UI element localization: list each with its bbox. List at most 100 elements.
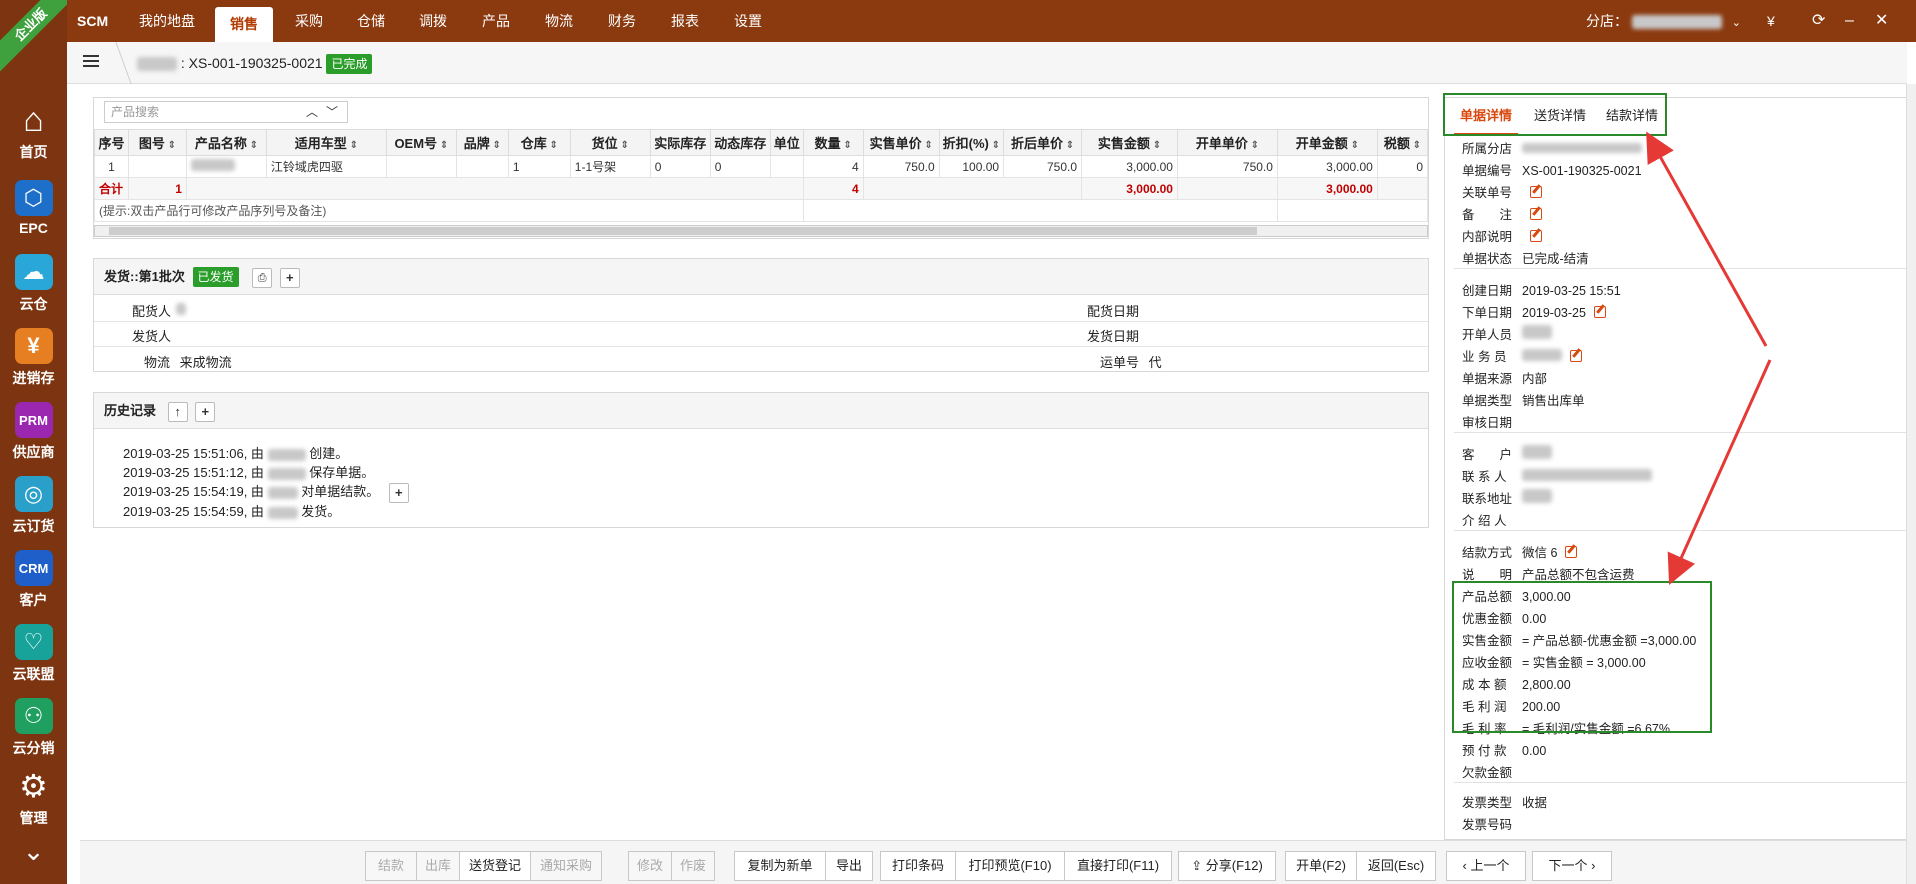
arrow-up-icon[interactable]: ↑	[167, 401, 188, 422]
nav-logistics[interactable]: 物流	[545, 0, 573, 42]
column-header[interactable]: 实际库存	[649, 129, 711, 156]
column-header[interactable]: 税额 ⇕	[1376, 129, 1429, 156]
detail-order-date: 下单日期 2019-03-25	[1462, 302, 1606, 321]
plus-icon[interactable]: +	[279, 267, 300, 288]
history-title: 历史记录	[104, 403, 157, 418]
currency-icon[interactable]: ¥	[1767, 0, 1775, 42]
doc-number: : XS-001-190325-0021	[180, 55, 323, 71]
breadcrumb-bar: : XS-001-190325-0021 已完成	[67, 42, 1907, 84]
nav-purchase[interactable]: 采购	[295, 0, 323, 42]
refresh-icon[interactable]: ⟳	[1812, 0, 1825, 42]
history-entry: 2019-03-25 15:54:19, 由 对单据结款。 +	[123, 481, 409, 503]
column-header[interactable]: 产品名称 ⇕	[185, 129, 267, 156]
direct-print-button[interactable]: 直接打印(F11)	[1064, 851, 1172, 881]
detail-state: 单据状态 已完成-结清	[1462, 252, 1589, 266]
edit-icon[interactable]	[1530, 230, 1542, 242]
distribution-icon: ⚇	[14, 698, 53, 734]
dispatcher-redacted	[176, 303, 186, 315]
detail-address: 联系地址	[1462, 488, 1552, 507]
nav-settings[interactable]: 设置	[734, 0, 762, 42]
column-header[interactable]: 实售金额 ⇕	[1081, 129, 1178, 156]
column-header[interactable]: 适用车型 ⇕	[265, 129, 387, 156]
sidebar-item-supplier[interactable]: PRM 供应商	[0, 402, 67, 462]
epc-icon: ⬡	[14, 180, 53, 216]
sidebar-item-home[interactable]: ⌂ 首页	[0, 101, 67, 162]
edit-icon[interactable]	[1593, 306, 1606, 318]
void-button[interactable]: 作废	[671, 851, 715, 881]
sort-icon: ⇕	[346, 140, 358, 151]
prev-button[interactable]: ‹ 上一个	[1446, 851, 1526, 881]
chevron-up-icon[interactable]: ︿	[306, 103, 318, 120]
sidebar-item-epc[interactable]: ⬡ EPC	[0, 180, 67, 236]
table-row[interactable]: 1 江铃域虎四驱 1 1-1号架 0 0 4 750.0 100.00 750.…	[94, 155, 1429, 178]
back-button[interactable]: 返回(Esc)	[1356, 851, 1436, 881]
prm-icon: PRM	[14, 402, 53, 438]
nav-my-space[interactable]: 我的地盘	[139, 0, 195, 42]
edit-icon[interactable]	[1570, 350, 1582, 362]
sidebar-item-customer[interactable]: CRM 客户	[0, 550, 67, 610]
plus-icon[interactable]: +	[195, 401, 216, 422]
close-icon[interactable]: ✕	[1875, 0, 1888, 42]
nav-transfer[interactable]: 调拨	[419, 0, 447, 42]
column-header[interactable]: 仓库 ⇕	[507, 129, 571, 156]
share-button[interactable]: ⇪ 分享(F12)	[1178, 851, 1276, 881]
detail-arrears: 欠款金额	[1462, 766, 1513, 780]
horizontal-scrollbar[interactable]	[94, 225, 1428, 237]
cell-tax: 0	[1376, 155, 1429, 178]
column-header[interactable]: 动态库存	[709, 129, 771, 156]
nav-finance[interactable]: 财务	[608, 0, 636, 42]
detail-prepaid: 预 付 款 0.00	[1462, 744, 1547, 758]
chevron-down-icon[interactable]: ⌄	[0, 836, 67, 867]
plus-icon[interactable]: +	[388, 482, 409, 503]
print-preview-button[interactable]: 打印预览(F10)	[955, 851, 1065, 881]
nav-report[interactable]: 报表	[671, 0, 699, 42]
nav-storage[interactable]: 仓储	[357, 0, 385, 42]
edit-button[interactable]: 修改	[628, 851, 672, 881]
settle-button[interactable]: 结款	[365, 851, 417, 881]
detail-remark: 备 注	[1462, 204, 1542, 223]
column-header[interactable]: 开单金额 ⇕	[1276, 129, 1378, 156]
status-badge: 已完成	[326, 54, 373, 74]
column-header[interactable]: 折扣(%) ⇕	[938, 129, 1005, 156]
delivery-register-button[interactable]: 送货登记	[459, 851, 531, 881]
column-header[interactable]: 品牌 ⇕	[455, 129, 509, 156]
nav-sales[interactable]: 销售	[215, 7, 273, 42]
nav-product[interactable]: 产品	[482, 0, 510, 42]
vertical-scrollbar[interactable]	[1906, 84, 1916, 884]
column-header[interactable]: 折后单价 ⇕	[1003, 129, 1083, 156]
column-header[interactable]: OEM号 ⇕	[385, 129, 457, 156]
column-header[interactable]: 单位	[769, 129, 804, 156]
branch-name-redacted	[1631, 15, 1722, 30]
outbound-button[interactable]: 出库	[416, 851, 460, 881]
print-barcode-button[interactable]: 打印条码	[880, 851, 956, 881]
column-header[interactable]: 货位 ⇕	[569, 129, 651, 156]
column-header[interactable]: 开单单价 ⇕	[1176, 129, 1278, 156]
minimize-icon[interactable]: –	[1845, 0, 1854, 42]
column-header[interactable]: 实售单价 ⇕	[862, 129, 940, 156]
edit-icon[interactable]	[1530, 186, 1542, 198]
copy-new-button[interactable]: 复制为新单	[734, 851, 826, 881]
scrollbar-thumb[interactable]	[109, 227, 1257, 235]
print-icon[interactable]: ⎙	[252, 267, 273, 288]
sidebar-item-inventory[interactable]: ¥ 进销存	[0, 328, 67, 388]
sidebar-item-cloud-warehouse[interactable]: ☁ 云仓	[0, 254, 67, 314]
notify-purchase-button[interactable]: 通知采购	[530, 851, 602, 881]
edit-icon[interactable]	[1530, 208, 1542, 220]
export-button[interactable]: 导出	[825, 851, 873, 881]
sidebar-item-manage[interactable]: ⚙ 管理	[0, 768, 67, 828]
menu-icon[interactable]	[83, 55, 99, 69]
branch-selector[interactable]: 分店： ⌄	[1586, 0, 1741, 44]
edit-icon[interactable]	[1565, 546, 1578, 558]
chevron-down-icon[interactable]: ﹀	[326, 103, 338, 120]
column-header[interactable]: 序号	[94, 129, 129, 156]
column-header[interactable]: 图号 ⇕	[127, 129, 187, 156]
next-button[interactable]: 下一个 ›	[1532, 851, 1612, 881]
detail-introducer: 介 绍 人	[1462, 514, 1507, 528]
sidebar-item-alliance[interactable]: ♡ 云联盟	[0, 624, 67, 684]
column-header[interactable]: 数量 ⇕	[802, 129, 864, 156]
cell-drawing-no	[127, 155, 187, 178]
sidebar-item-distribution[interactable]: ⚇ 云分销	[0, 698, 67, 758]
delivery-title: 发货::第1批次	[104, 269, 185, 284]
new-order-button[interactable]: 开单(F2)	[1285, 851, 1357, 881]
sidebar-item-cloud-order[interactable]: ◎ 云订货	[0, 476, 67, 536]
